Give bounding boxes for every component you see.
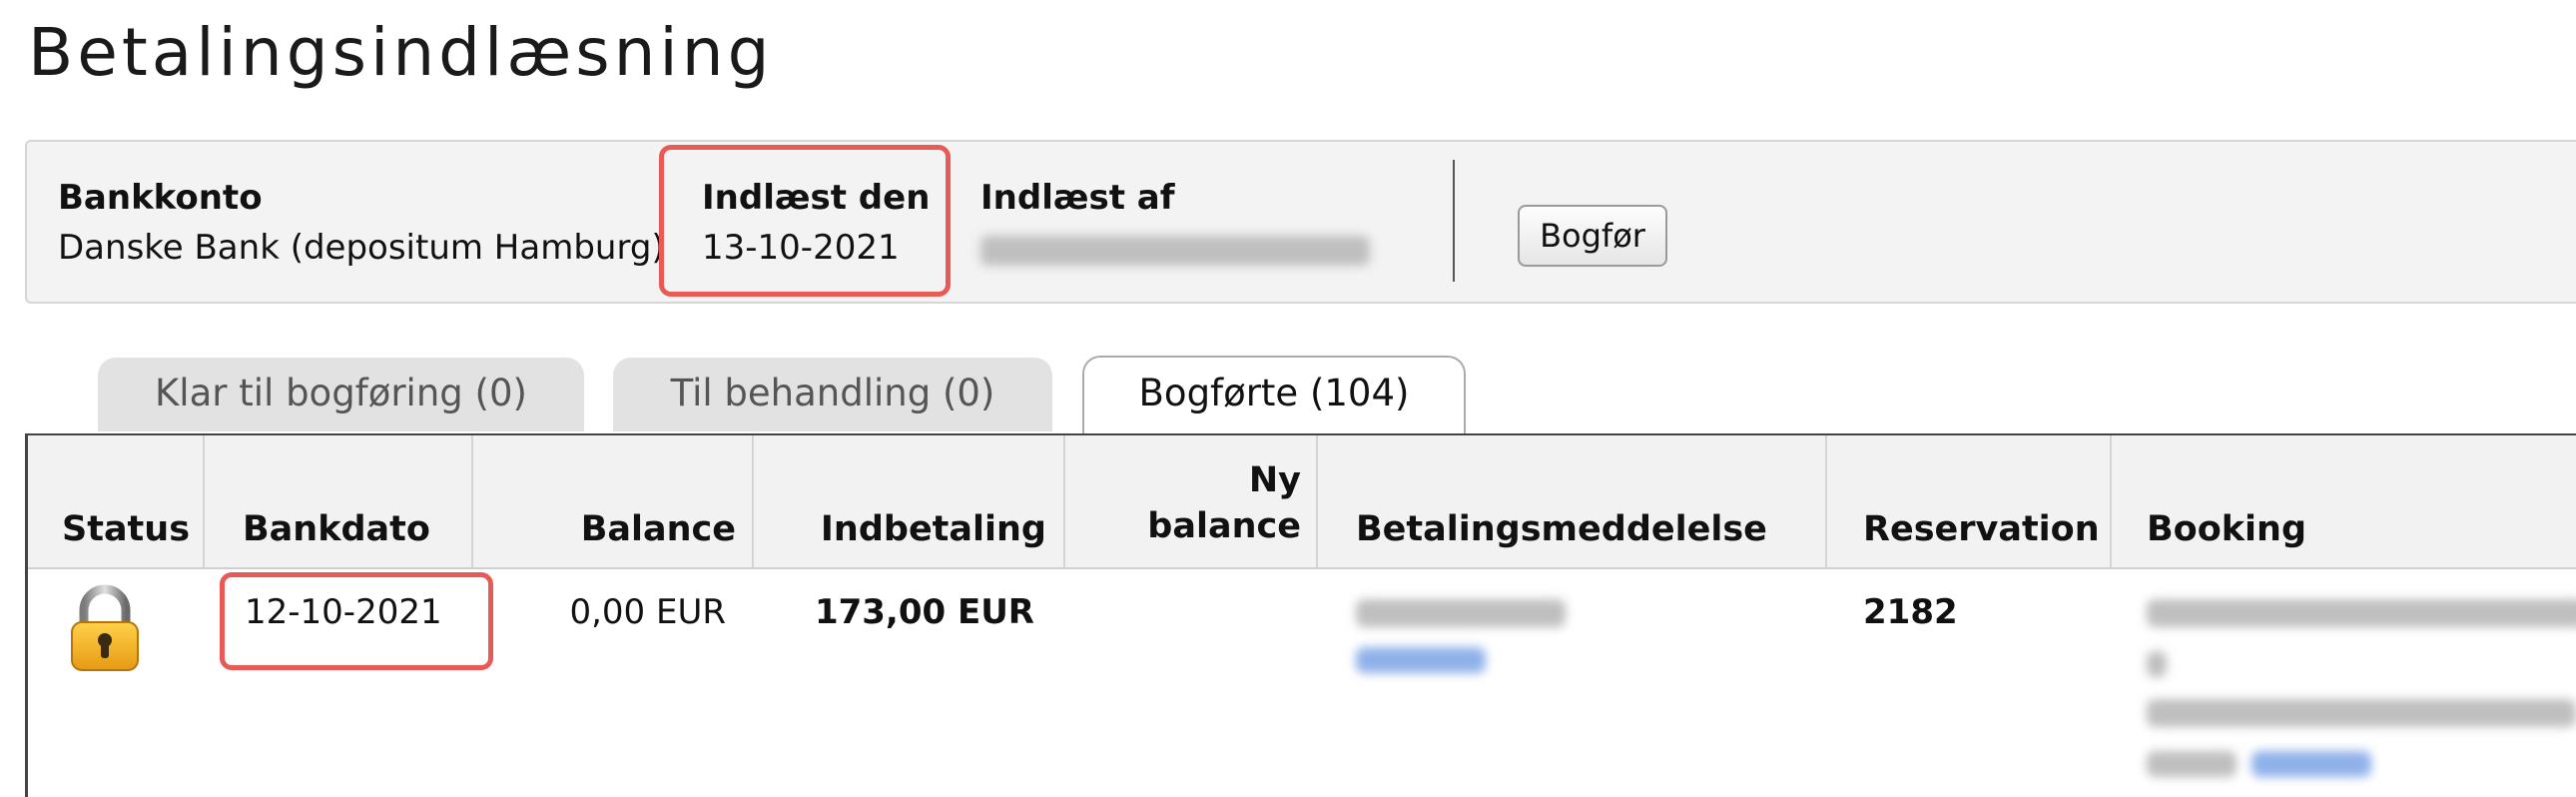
th-status[interactable]: Status — [62, 506, 190, 552]
th-ny-balance-line1: Ny — [1248, 460, 1301, 500]
th-bankdato[interactable]: Bankdato — [243, 506, 430, 552]
th-balance[interactable]: Balance — [471, 506, 736, 552]
tab-bogforte[interactable]: Bogførte (104) — [1082, 356, 1466, 435]
cell-betalingsmeddelelse-link-redacted[interactable] — [1356, 647, 1486, 673]
column-separator — [1316, 435, 1318, 567]
cell-booking-link-redacted[interactable] — [2252, 751, 2371, 777]
indlaest-den-value: 13-10-2021 — [702, 228, 900, 268]
th-booking[interactable]: Booking — [2147, 506, 2306, 552]
page-title: Betalingsindlæsning — [28, 14, 774, 91]
cell-reservation[interactable]: 2182 — [1863, 592, 1958, 632]
bankkonto-value: Danske Bank (depositum Hamburg) — [58, 228, 665, 268]
bankkonto-label: Bankkonto — [58, 178, 263, 218]
column-separator — [1825, 435, 1827, 567]
column-separator — [203, 435, 205, 567]
th-betalingsmeddelelse[interactable]: Betalingsmeddelelse — [1356, 506, 1767, 552]
highlight-indlaest-den — [659, 145, 951, 297]
th-ny-balance-line2: balance — [1147, 506, 1301, 546]
cell-indbetaling: 173,00 EUR — [814, 592, 1034, 632]
panel-divider — [1453, 160, 1455, 282]
indlaest-af-label: Indlæst af — [980, 178, 1175, 218]
cell-betalingsmeddelelse-redacted — [1356, 599, 1566, 627]
indlaest-den-label: Indlæst den — [702, 178, 931, 218]
cell-booking-line1-redacted — [2147, 599, 2576, 627]
cell-balance: 0,00 EUR — [569, 592, 726, 632]
th-indbetaling[interactable]: Indbetaling — [752, 506, 1046, 552]
indlaest-af-value-redacted — [980, 236, 1370, 266]
cell-booking-line2-redacted — [2147, 651, 2167, 677]
cell-booking-line3-redacted — [2147, 699, 2576, 727]
th-ny-balance[interactable]: Ny balance — [1063, 457, 1301, 549]
cell-bankdato: 12-10-2021 — [245, 592, 442, 632]
column-separator — [2110, 435, 2112, 567]
cell-booking-line4-redacted — [2147, 751, 2237, 777]
tab-klar-til-bogforing[interactable]: Klar til bogføring (0) — [98, 358, 584, 431]
padlock-icon — [71, 584, 139, 671]
th-reservation[interactable]: Reservation — [1863, 506, 2100, 552]
bogfor-button[interactable]: Bogfør — [1518, 205, 1667, 267]
tab-til-behandling[interactable]: Til behandling (0) — [613, 358, 1052, 431]
import-info-panel — [25, 140, 2576, 304]
